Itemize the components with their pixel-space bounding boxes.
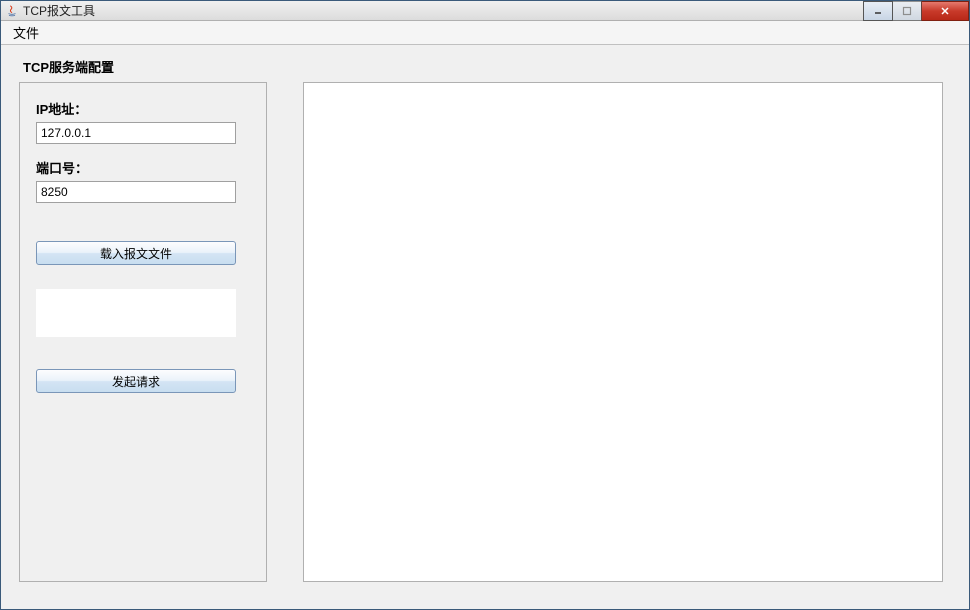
menu-bar: 文件 [1, 21, 969, 45]
load-file-label: 载入报文文件 [100, 245, 172, 262]
load-file-button[interactable]: 载入报文文件 [36, 241, 236, 265]
ip-input[interactable] [36, 122, 236, 144]
title-bar: TCP报文工具 [1, 1, 969, 21]
content-area: TCP服务端配置 IP地址： 端口号： 载入报文文件 发起请求 [1, 45, 969, 609]
java-icon [5, 4, 19, 18]
minimize-button[interactable] [863, 1, 893, 21]
spacer [36, 213, 250, 241]
close-button[interactable] [921, 1, 969, 21]
menu-file[interactable]: 文件 [7, 21, 45, 44]
config-panel: IP地址： 端口号： 载入报文文件 发起请求 [19, 82, 267, 582]
config-section-title: TCP服务端配置 [23, 57, 951, 76]
port-input[interactable] [36, 181, 236, 203]
send-request-label: 发起请求 [112, 373, 160, 390]
window-controls [864, 1, 969, 21]
port-label: 端口号： [36, 158, 250, 177]
output-panel [303, 82, 943, 582]
main-layout: IP地址： 端口号： 载入报文文件 发起请求 [19, 82, 951, 582]
file-display-area [36, 289, 236, 337]
window-title: TCP报文工具 [23, 2, 965, 19]
window-frame: TCP报文工具 文件 TCP服务端配置 IP地址： 端口号： [0, 0, 970, 610]
maximize-button[interactable] [892, 1, 922, 21]
ip-label: IP地址： [36, 99, 250, 118]
send-request-button[interactable]: 发起请求 [36, 369, 236, 393]
